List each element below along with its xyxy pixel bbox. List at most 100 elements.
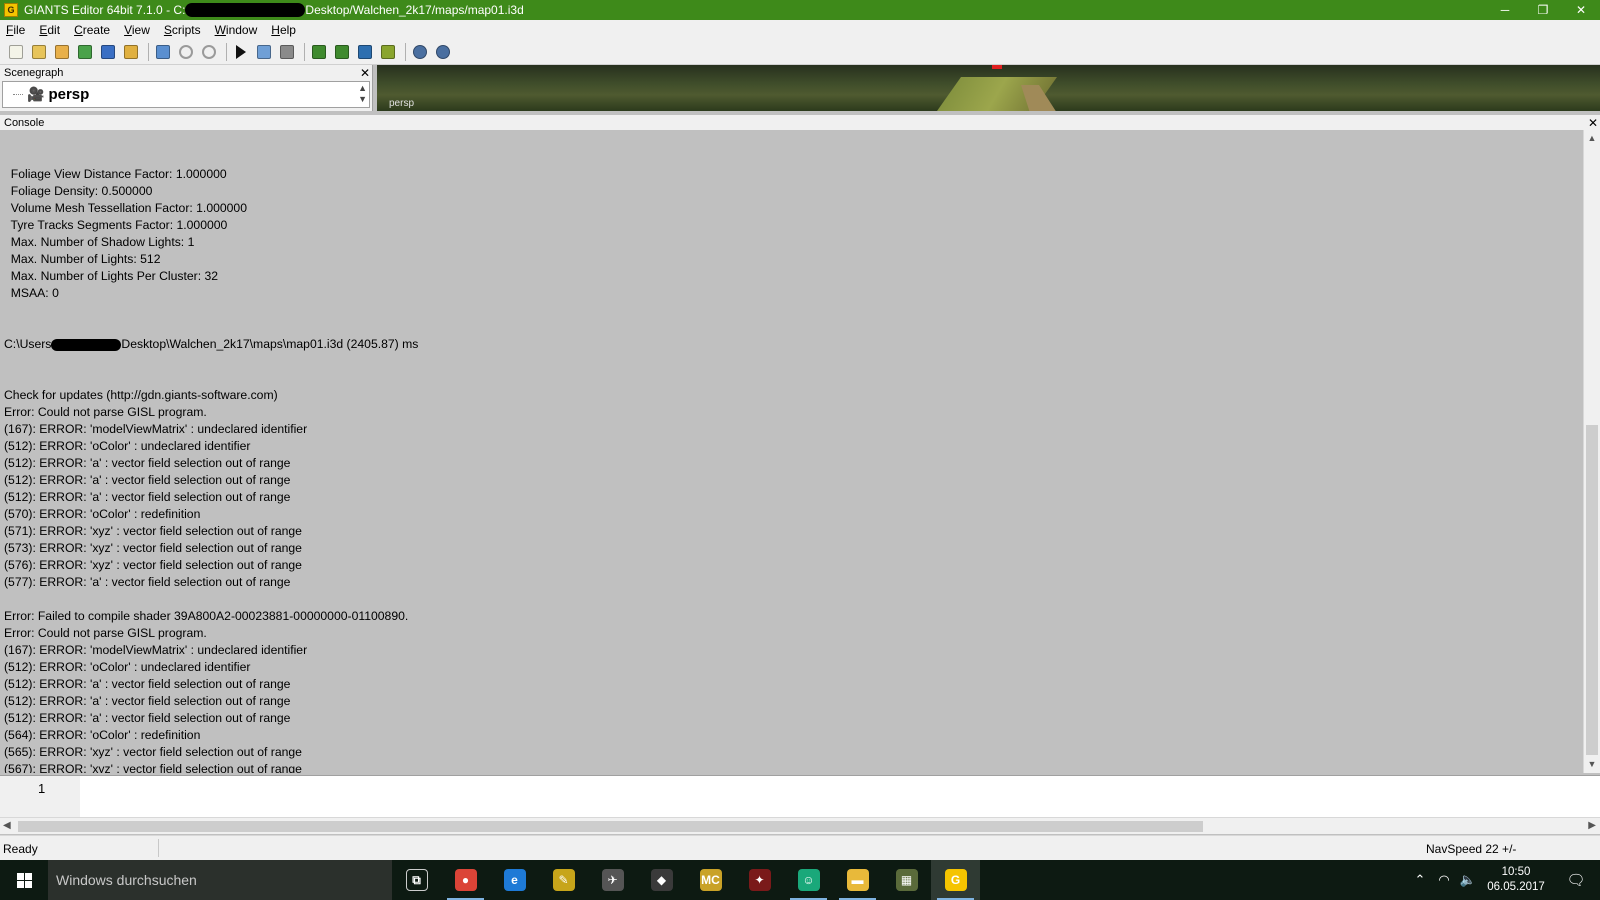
close-button[interactable]: ✕ [1562,0,1600,20]
horizontal-scrollbar[interactable]: ◀ ▶ [0,817,1600,834]
terrain-paint-icon[interactable] [355,42,375,62]
console-line: (576): ERROR: 'xyz' : vector field selec… [4,558,302,572]
open-folder-icon-glyph [32,44,46,59]
new-file-icon[interactable] [6,42,26,62]
reload-icon[interactable] [75,42,95,62]
save-icon-glyph [101,44,115,59]
console-line: (577): ERROR: 'a' : vector field selecti… [4,575,291,589]
script-input-area[interactable]: 1 [0,775,1600,818]
save-icon[interactable] [98,42,118,62]
scenegraph-panel: Scenegraph ✕ 🎥 persp ▲ ▼ [0,65,373,111]
clock-date: 06.05.2017 [1487,881,1545,893]
menu-edit[interactable]: Edit [39,23,60,37]
play-icon-glyph [236,44,246,59]
toolbar-separator [304,42,305,61]
camera-icon: 🎥 [27,86,45,102]
new-file-icon-glyph [9,44,23,59]
giants-app-icon[interactable]: G [4,3,18,17]
scenegraph-node-persp[interactable]: persp [48,86,89,103]
console-line: Error: Failed to compile shader 39A800A2… [4,609,409,623]
undo-icon[interactable] [176,42,196,62]
export-icon-glyph [124,44,138,59]
scroll-up-icon[interactable]: ▲ [1584,130,1600,147]
console-line: Error: Could not parse GISL program. [4,626,207,640]
aircraft-app-icon[interactable]: ✈ [588,860,637,900]
redo-icon[interactable] [199,42,219,62]
edit-icon[interactable] [52,42,72,62]
line-number: 1 [38,781,46,796]
edit-icon-glyph [55,44,69,59]
console-line: (512): ERROR: 'a' : vector field selecti… [4,473,291,487]
export-icon[interactable] [121,42,141,62]
console-vertical-scrollbar[interactable]: ▲ ▼ [1583,130,1600,773]
gear-refresh-icon[interactable] [410,42,430,62]
console-line: Volume Mesh Tessellation Factor: 1.00000… [4,201,247,215]
volume-icon[interactable]: 🔈 [1456,872,1480,888]
task-view-icon-glyph: ⧉ [405,869,428,891]
chevron-up-icon[interactable]: ⌃ [1408,872,1432,888]
restore-button[interactable]: ❐ [1524,0,1562,20]
scrollbar-thumb[interactable] [18,821,1203,832]
3d-viewport[interactable]: persp [377,65,1600,111]
windows-taskbar: Windows durchsuchen ⧉ ● e ✎ ✈ ◆ MC ✦ ☺ ▬ ▦ G ⌃ ◠ 🔈 … [0,860,1600,900]
wifi-icon[interactable]: ◠ [1432,872,1456,888]
console-lines-top: Foliage View Distance Factor: 1.000000 F… [4,166,1583,302]
tool-app-icon[interactable]: ✎ [539,860,588,900]
toolbar-separator [405,42,406,61]
scroll-down-icon[interactable]: ▼ [1584,756,1600,773]
tree-scroll-arrows[interactable]: ▲ ▼ [358,83,367,105]
menu-view[interactable]: View [124,23,150,37]
console-line-path: C:\Users Desktop\Walchen_2k17\maps\map01.… [4,337,419,351]
clock[interactable]: 10:50 06.05.2017 [1480,865,1552,895]
terrain-icon[interactable] [309,42,329,62]
file-explorer-icon[interactable]: ▬ [833,860,882,900]
console-line: (570): ERROR: 'oColor' : redefinition [4,507,201,521]
open-folder-icon[interactable] [29,42,49,62]
home-icon[interactable] [254,42,274,62]
menu-window[interactable]: Window [215,23,258,37]
clock-time: 10:50 [1501,866,1531,878]
menu-file[interactable]: File [6,23,25,37]
nav-speed-indicator: NavSpeed 22 +/- [1426,842,1517,856]
console-line: (512): ERROR: 'a' : vector field selecti… [4,694,291,708]
script-input-field[interactable] [82,781,1600,811]
taskbar-search-box[interactable]: Windows durchsuchen [48,860,392,900]
user-app-icon[interactable]: ☺ [784,860,833,900]
status-text: Ready [3,842,38,856]
close-icon[interactable]: ✕ [1586,116,1600,130]
edge-icon[interactable]: e [490,860,539,900]
menu-create[interactable]: Create [74,23,110,37]
window-controls: ─ ❐ ✕ [1486,0,1600,20]
close-icon[interactable]: ✕ [358,66,372,80]
task-view-icon[interactable]: ⧉ [392,860,441,900]
drone-app-icon[interactable]: ✦ [735,860,784,900]
scenegraph-tree[interactable]: 🎥 persp ▲ ▼ [2,81,370,108]
menu-bar: File Edit Create View Scripts Window Hel… [0,20,1600,39]
action-center-icon[interactable]: 🗨 [1552,871,1600,889]
gear-settings-icon[interactable] [433,42,453,62]
mc-app-icon[interactable]: MC [686,860,735,900]
menu-help[interactable]: Help [271,23,296,37]
title-bar: G GIANTS Editor 64bit 7.1.0 - C: Desktop/… [0,0,1600,20]
farming-app-icon[interactable]: ▦ [882,860,931,900]
foliage-icon[interactable] [378,42,398,62]
play-icon[interactable] [231,42,251,62]
console-line: Error: Could not parse GISL program. [4,405,207,419]
magnet-icon[interactable] [277,42,297,62]
scroll-left-icon[interactable]: ◀ [3,820,11,831]
import-icon[interactable] [153,42,173,62]
game-app-icon[interactable]: ◆ [637,860,686,900]
console-line: (512): ERROR: 'a' : vector field selecti… [4,677,291,691]
windows-logo-icon [16,872,32,888]
scrollbar-thumb[interactable] [1586,425,1598,755]
chrome-icon[interactable]: ● [441,860,490,900]
terrain-down-icon[interactable] [332,42,352,62]
terrain-down-icon-glyph [335,44,349,59]
giants-editor-taskbar-icon[interactable]: G [931,860,980,900]
start-button[interactable] [0,860,48,900]
minimize-button[interactable]: ─ [1486,0,1524,20]
menu-scripts[interactable]: Scripts [164,23,201,37]
scroll-right-icon[interactable]: ▶ [1588,820,1596,831]
game-app-icon-glyph: ◆ [650,869,673,891]
